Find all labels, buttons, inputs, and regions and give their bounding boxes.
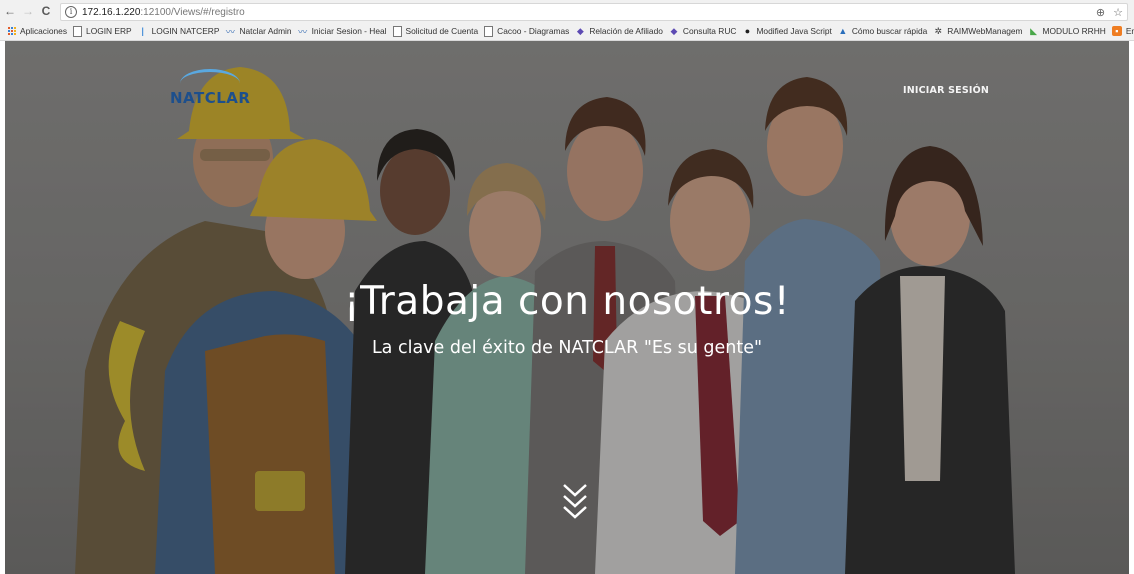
bookmark-login-natcerp[interactable]: | LOGIN NATCERP [138,26,220,36]
bookmark-label: Relación de Afiliado [589,26,663,36]
address-bar[interactable]: i 172.16.1.220:12100/Views/#/registro ⊕ … [60,3,1128,21]
url-host: 172.16.1.220 [82,6,141,18]
login-link[interactable]: INICIAR SESIÓN [903,85,989,96]
bar-icon: | [141,26,144,36]
hero-subheadline: La clave del éxito de NATCLAR "Es su gen… [371,338,763,358]
bookmark-label: LOGIN NATCERP [151,26,220,36]
triangle-icon: ▲ [838,26,848,36]
reload-button[interactable]: C [38,2,54,20]
bookmark-relacion-de-afiliado[interactable]: ◆ Relación de Afiliado [575,25,663,37]
bookmark-solicitud-de-cuenta[interactable]: Solicitud de Cuenta [392,25,479,37]
bookmark-label: Entendiendo SQL Se [1125,26,1134,36]
natclar-logo[interactable]: NATCLAR [170,89,250,107]
bookmark-modulo-rrhh[interactable]: ◣ MODULO RRHH [1029,25,1106,37]
page-icon [484,25,494,37]
zoom-icon[interactable]: ⊕ [1096,6,1105,19]
bookmark-aplicaciones[interactable]: Aplicaciones [8,26,67,36]
hero-section: NATCLAR INICIAR SESIÓN ¡Trabaja con noso… [5,41,1129,574]
orange-icon: ▪ [1111,26,1122,36]
bookmark-natclar-admin[interactable]: 〰 Natclar Admin [225,26,292,37]
url-path: :12100/Views/#/registro [140,6,245,18]
bookmark-label: Natclar Admin [239,26,292,36]
bookmark-modified-java-script[interactable]: ● Modified Java Script [742,26,832,36]
browser-toolbar: ← → C i 172.16.1.220:12100/Views/#/regis… [0,0,1134,22]
bookmark-label: Solicitud de Cuenta [405,26,479,36]
apps-icon [8,27,16,35]
info-icon[interactable]: i [65,6,77,18]
bookmark-consulta-ruc[interactable]: ◆ Consulta RUC [669,25,737,37]
hero-headline: ¡Trabaja con nosotros! [344,279,790,324]
globe-icon: ● [744,26,751,36]
bookmark-raimwebmanagem[interactable]: ✲ RAIMWebManagem [933,25,1023,37]
bookmark-label: RAIMWebManagem [947,26,1023,36]
page-icon [73,25,83,37]
back-arrow-icon: ← [4,4,16,18]
forward-button[interactable]: → [20,2,36,20]
diamond-icon: ◆ [670,25,678,36]
bookmark-star-icon[interactable]: ☆ [1113,6,1123,19]
bookmark-label: Aplicaciones [20,26,68,36]
bookmark-label: Cómo buscar rápida [851,26,928,36]
bookmark-como-buscar-rapida[interactable]: ▲ Cómo buscar rápida [838,26,927,36]
green-icon: ◣ [1030,25,1037,36]
scroll-down-chevron-icon[interactable] [561,481,589,521]
wave-icon: 〰 [225,26,235,37]
bookmark-cacoo-diagramas[interactable]: Cacoo - Diagramas [484,25,570,37]
bookmark-label: Consulta RUC [682,26,737,36]
reload-icon: C [41,4,51,18]
bookmark-entendiendo-sql[interactable]: ▪ Entendiendo SQL Se [1111,26,1134,36]
bookmark-label: LOGIN ERP [86,26,132,36]
bookmark-label: Cacoo - Diagramas [497,26,570,36]
forward-arrow-icon: → [22,4,34,18]
wave-icon: 〰 [298,26,308,37]
bookmark-iniciar-sesion-heal[interactable]: 〰 Iniciar Sesion - Heal [298,26,387,37]
bookmark-label: MODULO RRHH [1042,26,1106,36]
back-button[interactable]: ← [2,2,18,20]
diamond-icon: ◆ [576,25,584,36]
bookmark-label: Modified Java Script [756,26,832,36]
crest-icon: ✲ [934,25,943,36]
bookmark-label: Iniciar Sesion - Heal [311,26,387,36]
bookmarks-bar: Aplicaciones LOGIN ERP | LOGIN NATCERP 〰… [0,22,1134,41]
bookmark-login-erp[interactable]: LOGIN ERP [73,25,132,37]
page-icon [392,25,402,37]
